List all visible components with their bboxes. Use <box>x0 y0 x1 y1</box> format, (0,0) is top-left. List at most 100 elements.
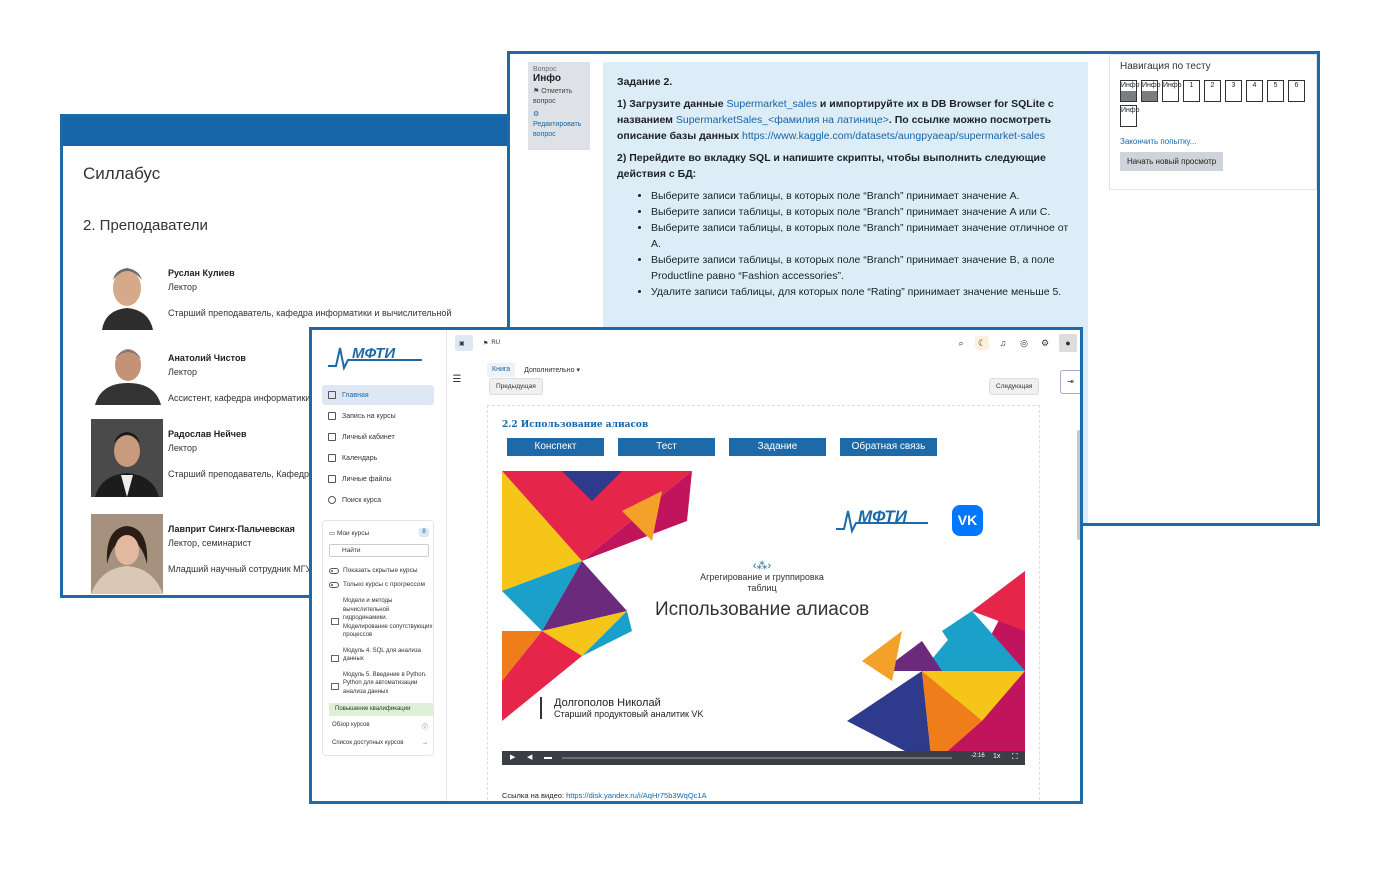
next-button[interactable]: Следующая <box>989 378 1040 395</box>
nav-cell[interactable]: Инфо <box>1120 80 1140 102</box>
book-tabs: Книга Дополнительно ▾ <box>487 363 585 377</box>
video-link[interactable]: https://disk.yandex.ru/i/AqHr75b3WqQc1A <box>566 791 706 800</box>
enroll-icon <box>328 412 336 420</box>
bell-icon[interactable]: ♫ <box>996 336 1010 350</box>
nav-cell[interactable]: 4 <box>1246 80 1263 102</box>
scrollbar[interactable] <box>1077 430 1080 540</box>
nav-cell[interactable]: Инфо <box>1162 80 1182 102</box>
course-category-highlight[interactable]: Повышение квалификации <box>329 703 433 716</box>
chat-icon[interactable]: ◎ <box>1017 336 1031 350</box>
author-position: Старший продуктовый аналитик VK <box>554 709 704 719</box>
show-hidden-toggle[interactable] <box>329 568 339 574</box>
code-icon: ‹⁂› <box>752 560 772 572</box>
test-button[interactable]: Тест <box>618 438 715 456</box>
notes-button[interactable]: Конспект <box>507 438 604 456</box>
course-search-input[interactable]: Найти <box>329 544 429 557</box>
language-button[interactable]: ⚑ RU <box>479 335 509 351</box>
files-icon <box>328 475 336 483</box>
sidebar-icon: ▣ <box>459 340 465 347</box>
fullscreen-icon[interactable]: ⛶ <box>1012 752 1018 762</box>
task-item: Выберите записи таблицы, в которых поле … <box>651 188 1074 204</box>
speed-button[interactable]: 1x <box>993 753 1000 760</box>
progress-toggle[interactable] <box>329 582 339 588</box>
nav-cell[interactable]: Инфо <box>1141 80 1161 102</box>
flag-question-link[interactable]: ⚑ Отметить вопрос <box>533 87 585 107</box>
nav-cell[interactable]: 3 <box>1225 80 1242 102</box>
task-step-2: 2) Перейдите во вкладку SQL и напишите с… <box>617 152 1046 180</box>
volume-slider[interactable] <box>544 757 552 759</box>
sidebar-item-home[interactable]: Главная <box>322 385 434 405</box>
nav-cell[interactable]: 2 <box>1204 80 1221 102</box>
video-subtitle: ‹⁂› Агрегирование и группировка таблиц <box>697 561 827 594</box>
my-courses-title[interactable]: ▭ Мои курсы <box>329 529 369 537</box>
sidebar-toggle-button[interactable]: ▣ <box>455 335 473 351</box>
teacher-name: Радослав Нейчев <box>168 429 247 439</box>
sidebar-item-enroll[interactable]: Запись на курсы <box>322 406 434 426</box>
settings-icon[interactable]: ⚙ <box>1038 336 1052 350</box>
teacher-photo <box>93 343 163 405</box>
sidebar-nav: Главная Запись на курсы Личный кабинет К… <box>322 385 434 511</box>
syllabus-title: Силлабус <box>83 164 161 183</box>
edit-question-link[interactable]: ⚙ Редактировать вопрос <box>533 110 585 140</box>
flag-icon: ⚑ <box>533 88 542 95</box>
assignment-button[interactable]: Задание <box>729 438 826 456</box>
avatar[interactable]: ● <box>1059 334 1077 352</box>
block-drawer-toggle[interactable]: ⇥ <box>1060 370 1080 394</box>
question-info-box: Вопрос Инфо ⚑ Отметить вопрос ⚙ Редактиро… <box>528 62 590 150</box>
arrow-right-icon: → <box>422 740 428 746</box>
question-label: Вопрос <box>533 66 557 73</box>
sidebar: МФТИ Главная Запись на курсы Личный каби… <box>312 330 447 801</box>
course-search-placeholder: Найти <box>342 547 361 554</box>
task-list: Выберите записи таблицы, в которых поле … <box>651 188 1074 300</box>
task-text: 1) Загрузите данные <box>617 98 727 110</box>
play-icon[interactable]: ▶ <box>510 753 515 761</box>
volume-icon[interactable]: ◀ <box>527 753 532 761</box>
nav-cell[interactable]: 6 <box>1288 80 1305 102</box>
courses-icon: ▭ <box>329 530 337 537</box>
new-preview-button[interactable]: Начать новый просмотр <box>1120 152 1224 171</box>
sidebar-item-dashboard[interactable]: Личный кабинет <box>322 427 434 447</box>
logo-text: МФТИ <box>352 345 396 362</box>
tab-more[interactable]: Дополнительно ▾ <box>519 363 585 377</box>
sidebar-item-label: Личные файлы <box>342 475 392 483</box>
mipt-logo[interactable]: МФТИ <box>326 342 426 372</box>
gear-icon: ⚙ <box>533 111 540 118</box>
video-subtitle-text: Агрегирование и группировка таблиц <box>700 572 824 593</box>
teacher-role: Лектор <box>168 367 197 377</box>
sidebar-item-label: Главная <box>342 391 369 399</box>
nav-cell[interactable]: 1 <box>1183 80 1200 102</box>
course-item[interactable]: Модуль 4. SQL для анализа данных <box>329 647 433 664</box>
teacher-role: Лектор <box>168 443 197 453</box>
flag-icon: ⚑ <box>483 340 489 347</box>
video-controls: ▶ ◀ -2:16 1x ⛶ <box>502 751 1025 765</box>
video-title: Использование алиасов <box>655 599 870 620</box>
theme-icon[interactable]: ☾ <box>975 336 989 350</box>
course-index-toggle[interactable]: ☰ <box>447 370 467 390</box>
dataset-link[interactable]: Supermarket_sales <box>727 98 817 110</box>
prev-button[interactable]: Предыдущая <box>489 378 543 395</box>
available-courses-label: Список доступных курсов <box>332 740 404 746</box>
show-hidden-label: Показать скрытые курсы <box>343 567 418 574</box>
feedback-button[interactable]: Обратная связь <box>840 438 937 456</box>
sidebar-item-calendar[interactable]: Календарь <box>322 448 434 468</box>
finish-attempt-link[interactable]: Закончить попытку... <box>1120 137 1306 146</box>
video-player[interactable]: МФТИ VK ‹⁂› Агрегирование и группировка … <box>502 471 1025 765</box>
course-window: МФТИ Главная Запись на курсы Личный каби… <box>309 327 1083 804</box>
sidebar-item-label: Календарь <box>342 454 378 462</box>
search-icon[interactable]: ⌕ <box>954 336 968 350</box>
progress-track[interactable] <box>562 757 952 759</box>
tab-book[interactable]: Книга <box>487 363 516 377</box>
video-mipt-logo: МФТИ <box>834 505 930 535</box>
search-icon <box>328 496 336 504</box>
nav-cell[interactable]: 5 <box>1267 80 1284 102</box>
author-name: Долгополов Николай <box>554 697 661 709</box>
course-item[interactable]: Модели и методы вычислительной гидродина… <box>329 597 433 640</box>
video-link-label: Ссылка на видео: <box>502 791 567 800</box>
available-courses-link[interactable]: Список доступных курсов → <box>322 740 434 746</box>
kaggle-link[interactable]: https://www.kaggle.com/datasets/aungpyae… <box>742 130 1045 142</box>
course-overview-link[interactable]: Обзор курсов ⓘ <box>322 722 434 731</box>
nav-cell[interactable]: Инфо <box>1120 105 1140 127</box>
course-item[interactable]: Модуль 5. Введение в Python. Python для … <box>329 671 433 697</box>
sidebar-item-search[interactable]: Поиск курса <box>322 490 434 510</box>
sidebar-item-files[interactable]: Личные файлы <box>322 469 434 489</box>
